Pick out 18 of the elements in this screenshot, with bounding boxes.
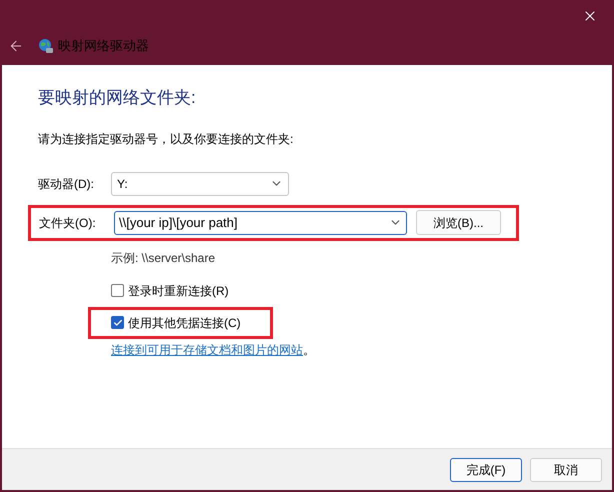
example-text: 示例: \\server\share [111,250,216,266]
checkbox[interactable] [111,284,124,297]
link-sentence: 连接到可用于存储文档和图片的网站。 [111,342,316,358]
checkbox[interactable] [111,316,124,329]
dialog-button[interactable]: 取消 [530,458,602,482]
checkbox-label: 使用其他凭据连接(C) [128,314,241,332]
browse-button[interactable]: 浏览(B)... [416,210,501,235]
instruction-text: 请为连接指定驱动器号，以及你要连接的文件夹: [38,130,294,148]
folder-label: 文件夹(O): [39,214,97,232]
window-title: 映射网络驱动器 [58,37,149,55]
drive-select[interactable]: Y: [111,172,289,196]
folder-combobox[interactable]: \\[your ip]\[your path] [114,210,407,234]
website-link[interactable]: 连接到可用于存储文档和图片的网站 [111,342,303,356]
dialog-button[interactable]: 完成(F) [450,458,522,482]
checkbox-label: 登录时重新连接(R) [128,282,229,300]
heading: 要映射的网络文件夹: [38,87,197,109]
network-drive-icon [38,38,54,54]
drive-label: 驱动器(D): [38,176,95,192]
